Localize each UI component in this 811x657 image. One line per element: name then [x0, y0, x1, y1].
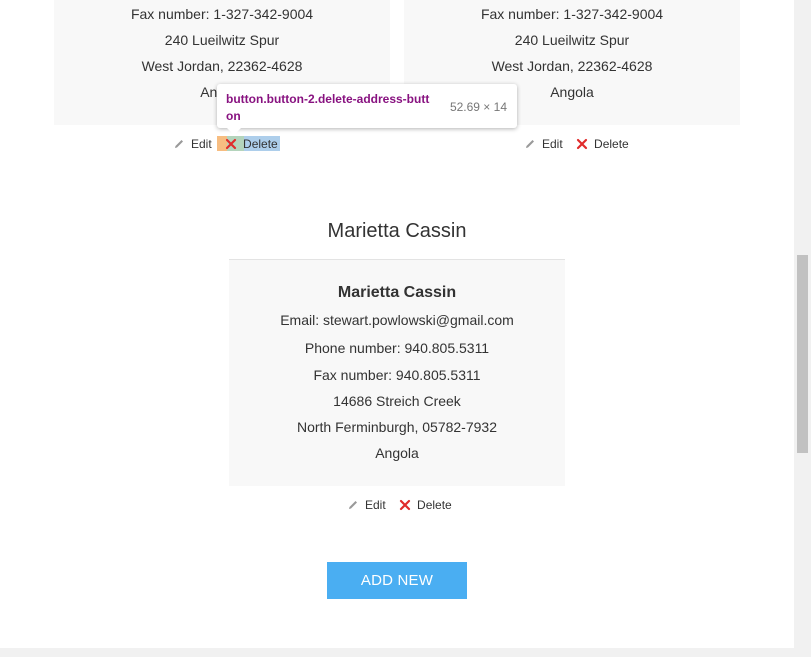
- scrollbar-thumb[interactable]: [797, 255, 808, 453]
- address-actions: Edit Delete: [524, 137, 639, 153]
- inspect-tooltip: button.button-2.delete-address-button 52…: [217, 84, 517, 135]
- country: Angola: [375, 445, 419, 461]
- edit-label: Edit: [542, 137, 563, 151]
- delete-label: Delete: [594, 137, 629, 151]
- edit-address-button[interactable]: Edit: [524, 137, 563, 151]
- street-address: 14686 Streich Creek: [333, 393, 461, 409]
- fax-number: Fax number: 1-327-342-9004: [130, 6, 314, 22]
- phone-number: Phone number: 940.805.5311: [304, 340, 490, 356]
- street-address: 240 Lueilwitz Spur: [514, 32, 630, 48]
- vertical-scrollbar[interactable]: [794, 0, 811, 657]
- tooltip-dimensions: 52.69 × 14: [449, 100, 507, 114]
- pencil-icon: [175, 140, 183, 148]
- edit-label: Edit: [365, 498, 386, 512]
- city-zip: West Jordan, 22362-4628: [141, 58, 303, 74]
- edit-address-button[interactable]: Edit: [173, 137, 212, 151]
- address-actions: Edit Delete: [347, 498, 462, 514]
- horizontal-scrollbar[interactable]: [0, 648, 794, 657]
- address-card: Marietta Cassin Email: stewart.powlowski…: [229, 260, 565, 486]
- pencil-icon: [349, 501, 357, 509]
- delete-label: Delete: [243, 137, 278, 151]
- address-actions: Edit Delete: [173, 137, 288, 153]
- section-title: Marietta Cassin: [327, 220, 467, 242]
- card-name: Marietta Cassin: [337, 284, 457, 301]
- fax-number: Fax number: 940.805.5311: [313, 367, 481, 383]
- delete-address-button[interactable]: Delete: [576, 137, 629, 151]
- city-zip: North Ferminburgh, 05782-7932: [296, 419, 497, 435]
- city-zip: West Jordan, 22362-4628: [491, 58, 653, 74]
- street-address: 240 Lueilwitz Spur: [164, 32, 280, 48]
- close-icon: [225, 138, 237, 150]
- email: Email: stewart.powlowski@gmail.com: [280, 312, 514, 328]
- edit-address-button[interactable]: Edit: [347, 498, 386, 512]
- close-icon: [576, 138, 588, 150]
- tooltip-selector: button.button-2.delete-address-button: [226, 92, 430, 123]
- delete-address-button[interactable]: Delete: [225, 137, 278, 151]
- delete-label: Delete: [417, 498, 452, 512]
- add-new-address-button[interactable]: ADD NEW: [327, 562, 467, 599]
- delete-address-button[interactable]: Delete: [399, 498, 452, 512]
- fax-number: Fax number: 1-327-342-9004: [480, 6, 664, 22]
- close-icon: [399, 499, 411, 511]
- edit-label: Edit: [191, 137, 212, 151]
- pencil-icon: [526, 140, 534, 148]
- tooltip-arrow: [227, 128, 241, 135]
